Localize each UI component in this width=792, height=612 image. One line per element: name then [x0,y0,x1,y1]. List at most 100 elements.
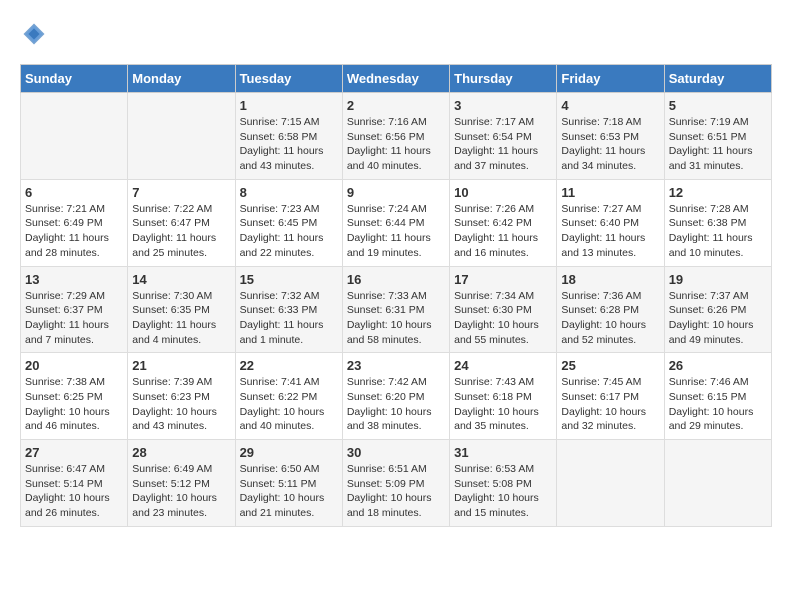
cell-info: Sunrise: 7:36 AM Sunset: 6:28 PM Dayligh… [561,289,659,348]
calendar-cell: 3 Sunrise: 7:17 AM Sunset: 6:54 PM Daylig… [450,93,557,180]
calendar-table: SundayMondayTuesdayWednesdayThursdayFrid… [20,64,772,527]
cell-info: Sunrise: 7:16 AM Sunset: 6:56 PM Dayligh… [347,115,445,174]
day-number: 26 [669,358,767,373]
calendar-cell: 28 Sunrise: 6:49 AM Sunset: 5:12 PM Dayli… [128,440,235,527]
calendar-cell: 22Sunrise: 7:41 AM Sunset: 6:22 PM Dayli… [235,353,342,440]
day-number: 17 [454,272,552,287]
calendar-cell: 4Sunrise: 7:18 AM Sunset: 6:53 PM Daylig… [557,93,664,180]
calendar-cell: 26 Sunrise: 7:46 AM Sunset: 6:15 PM Dayli… [664,353,771,440]
day-number: 6 [25,185,123,200]
day-number: 5 [669,98,767,113]
cell-info: Sunrise: 7:22 AM Sunset: 6:47 PM Dayligh… [132,202,230,261]
calendar-cell: 12Sunrise: 7:28 AM Sunset: 6:38 PM Dayli… [664,179,771,266]
day-number: 27 [25,445,123,460]
day-number: 22 [240,358,338,373]
calendar-cell: 31 Sunrise: 6:53 AM Sunset: 5:08 PM Dayli… [450,440,557,527]
day-number: 29 [240,445,338,460]
cell-info: Sunrise: 7:30 AM Sunset: 6:35 PM Dayligh… [132,289,230,348]
calendar-cell: 24Sunrise: 7:43 AM Sunset: 6:18 PM Dayli… [450,353,557,440]
logo [20,20,52,48]
cell-info: Sunrise: 7:17 AM Sunset: 6:54 PM Dayligh… [454,115,552,174]
calendar-cell: 30 Sunrise: 6:51 AM Sunset: 5:09 PM Dayli… [342,440,449,527]
day-number: 12 [669,185,767,200]
calendar-cell: 16Sunrise: 7:33 AM Sunset: 6:31 PM Dayli… [342,266,449,353]
day-number: 7 [132,185,230,200]
day-number: 18 [561,272,659,287]
calendar-cell: 19Sunrise: 7:37 AM Sunset: 6:26 PM Dayli… [664,266,771,353]
day-number: 19 [669,272,767,287]
cell-info: Sunrise: 7:32 AM Sunset: 6:33 PM Dayligh… [240,289,338,348]
cell-info: Sunrise: 6:51 AM Sunset: 5:09 PM Dayligh… [347,462,445,521]
day-number: 28 [132,445,230,460]
cell-info: Sunrise: 7:26 AM Sunset: 6:42 PM Dayligh… [454,202,552,261]
cell-info: Sunrise: 6:50 AM Sunset: 5:11 PM Dayligh… [240,462,338,521]
cell-info: Sunrise: 7:34 AM Sunset: 6:30 PM Dayligh… [454,289,552,348]
day-number: 13 [25,272,123,287]
col-header-wednesday: Wednesday [342,65,449,93]
calendar-cell: 29 Sunrise: 6:50 AM Sunset: 5:11 PM Dayli… [235,440,342,527]
calendar-cell: 2 Sunrise: 7:16 AM Sunset: 6:56 PM Daylig… [342,93,449,180]
calendar-week-row: 13 Sunrise: 7:29 AM Sunset: 6:37 PM Dayli… [21,266,772,353]
calendar-cell: 14 Sunrise: 7:30 AM Sunset: 6:35 PM Dayli… [128,266,235,353]
day-number: 1 [240,98,338,113]
cell-info: Sunrise: 7:24 AM Sunset: 6:44 PM Dayligh… [347,202,445,261]
cell-info: Sunrise: 6:53 AM Sunset: 5:08 PM Dayligh… [454,462,552,521]
cell-info: Sunrise: 7:21 AM Sunset: 6:49 PM Dayligh… [25,202,123,261]
col-header-tuesday: Tuesday [235,65,342,93]
calendar-cell: 8 Sunrise: 7:23 AM Sunset: 6:45 PM Daylig… [235,179,342,266]
calendar-cell: 15 Sunrise: 7:32 AM Sunset: 6:33 PM Dayli… [235,266,342,353]
calendar-cell: 23 Sunrise: 7:42 AM Sunset: 6:20 PM Dayli… [342,353,449,440]
day-number: 9 [347,185,445,200]
calendar-cell: 17 Sunrise: 7:34 AM Sunset: 6:30 PM Dayli… [450,266,557,353]
calendar-cell [664,440,771,527]
day-number: 31 [454,445,552,460]
calendar-cell: 5Sunrise: 7:19 AM Sunset: 6:51 PM Daylig… [664,93,771,180]
day-number: 23 [347,358,445,373]
day-number: 16 [347,272,445,287]
col-header-friday: Friday [557,65,664,93]
cell-info: Sunrise: 7:23 AM Sunset: 6:45 PM Dayligh… [240,202,338,261]
calendar-week-row: 1 Sunrise: 7:15 AM Sunset: 6:58 PM Daylig… [21,93,772,180]
day-number: 30 [347,445,445,460]
calendar-header-row: SundayMondayTuesdayWednesdayThursdayFrid… [21,65,772,93]
calendar-week-row: 6 Sunrise: 7:21 AM Sunset: 6:49 PM Daylig… [21,179,772,266]
page-header [20,20,772,48]
calendar-cell [557,440,664,527]
cell-info: Sunrise: 7:27 AM Sunset: 6:40 PM Dayligh… [561,202,659,261]
calendar-cell [21,93,128,180]
day-number: 8 [240,185,338,200]
day-number: 24 [454,358,552,373]
calendar-cell: 9 Sunrise: 7:24 AM Sunset: 6:44 PM Daylig… [342,179,449,266]
cell-info: Sunrise: 7:45 AM Sunset: 6:17 PM Dayligh… [561,375,659,434]
calendar-cell: 6 Sunrise: 7:21 AM Sunset: 6:49 PM Daylig… [21,179,128,266]
calendar-week-row: 27 Sunrise: 6:47 AM Sunset: 5:14 PM Dayli… [21,440,772,527]
cell-info: Sunrise: 7:29 AM Sunset: 6:37 PM Dayligh… [25,289,123,348]
col-header-sunday: Sunday [21,65,128,93]
cell-info: Sunrise: 7:38 AM Sunset: 6:25 PM Dayligh… [25,375,123,434]
day-number: 14 [132,272,230,287]
calendar-cell: 1 Sunrise: 7:15 AM Sunset: 6:58 PM Daylig… [235,93,342,180]
calendar-cell: 25Sunrise: 7:45 AM Sunset: 6:17 PM Dayli… [557,353,664,440]
day-number: 3 [454,98,552,113]
day-number: 11 [561,185,659,200]
calendar-cell: 10 Sunrise: 7:26 AM Sunset: 6:42 PM Dayli… [450,179,557,266]
col-header-monday: Monday [128,65,235,93]
day-number: 21 [132,358,230,373]
cell-info: Sunrise: 7:42 AM Sunset: 6:20 PM Dayligh… [347,375,445,434]
logo-icon [20,20,48,48]
cell-info: Sunrise: 7:46 AM Sunset: 6:15 PM Dayligh… [669,375,767,434]
calendar-cell [128,93,235,180]
day-number: 15 [240,272,338,287]
calendar-cell: 18 Sunrise: 7:36 AM Sunset: 6:28 PM Dayli… [557,266,664,353]
day-number: 2 [347,98,445,113]
col-header-thursday: Thursday [450,65,557,93]
cell-info: Sunrise: 6:49 AM Sunset: 5:12 PM Dayligh… [132,462,230,521]
calendar-week-row: 20 Sunrise: 7:38 AM Sunset: 6:25 PM Dayli… [21,353,772,440]
cell-info: Sunrise: 6:47 AM Sunset: 5:14 PM Dayligh… [25,462,123,521]
day-number: 20 [25,358,123,373]
calendar-cell: 11 Sunrise: 7:27 AM Sunset: 6:40 PM Dayli… [557,179,664,266]
calendar-cell: 27 Sunrise: 6:47 AM Sunset: 5:14 PM Dayli… [21,440,128,527]
day-number: 10 [454,185,552,200]
cell-info: Sunrise: 7:15 AM Sunset: 6:58 PM Dayligh… [240,115,338,174]
calendar-cell: 13 Sunrise: 7:29 AM Sunset: 6:37 PM Dayli… [21,266,128,353]
